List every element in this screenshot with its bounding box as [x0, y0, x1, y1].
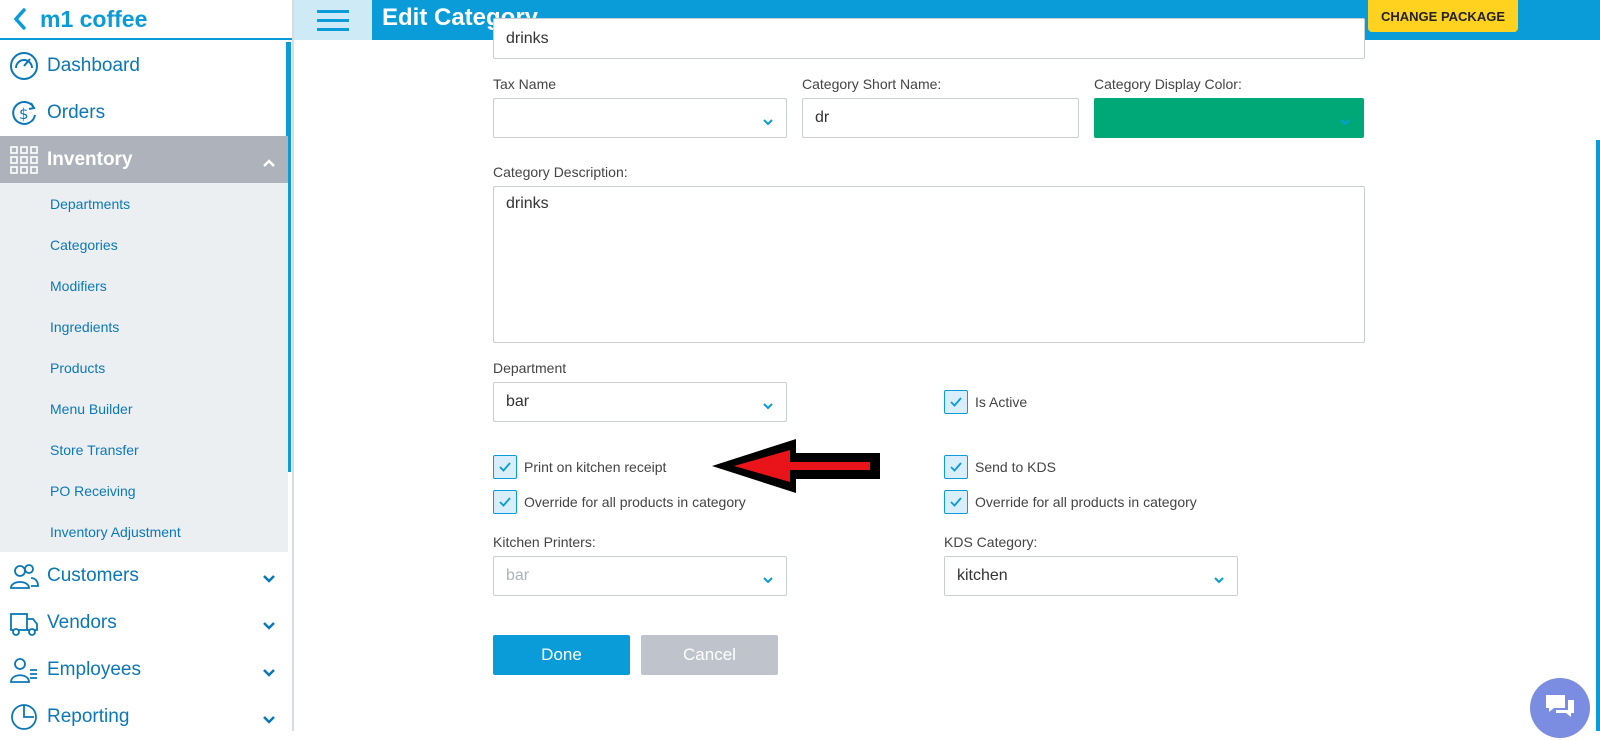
tax-name-label: Tax Name: [493, 76, 557, 92]
kitchen-printers-placeholder: bar: [506, 567, 530, 584]
submenu-item-inventory-adjustment[interactable]: Inventory Adjustment: [0, 511, 288, 552]
department-label: Department: [493, 360, 567, 376]
check-icon: [944, 490, 968, 514]
gauge-icon: [8, 50, 40, 82]
sidebar-item-customers[interactable]: Customers: [0, 552, 288, 599]
department-select[interactable]: bar: [493, 382, 787, 422]
sidebar-item-dashboard[interactable]: Dashboard: [0, 42, 288, 89]
back-icon[interactable]: [0, 8, 40, 30]
dollar-cycle-icon: $: [8, 97, 40, 129]
submenu-item-store-transfer[interactable]: Store Transfer: [0, 429, 288, 470]
kitchen-printers-select[interactable]: bar: [493, 556, 787, 596]
category-name-value: drinks: [506, 30, 549, 47]
sidebar-item-reporting[interactable]: Reporting: [0, 693, 288, 740]
reporting-icon: [8, 701, 40, 733]
sidebar-item-label: Reporting: [47, 705, 130, 727]
category-name-input[interactable]: drinks: [493, 18, 1365, 59]
cancel-button[interactable]: Cancel: [641, 635, 778, 675]
change-package-button[interactable]: CHANGE PACKAGE: [1368, 0, 1518, 32]
submenu-item-departments[interactable]: Departments: [0, 183, 288, 224]
submenu-item-products[interactable]: Products: [0, 347, 288, 388]
kds-category-value: kitchen: [957, 567, 1008, 584]
override-kds-label: Override for all products in category: [975, 494, 1197, 510]
is-active-checkbox[interactable]: Is Active: [944, 390, 1027, 414]
check-icon: [944, 390, 968, 414]
override-kds-checkbox[interactable]: Override for all products in category: [944, 490, 1197, 514]
sidebar-item-label: Customers: [47, 564, 139, 586]
department-value: bar: [506, 393, 530, 410]
short-name-label: Category Short Name:: [802, 76, 942, 92]
kds-category-label: KDS Category:: [944, 534, 1038, 550]
short-name-value: dr: [815, 109, 830, 126]
sidebar-item-label: Orders: [47, 101, 106, 123]
override-kitchen-label: Override for all products in category: [524, 494, 746, 510]
employee-icon: [8, 654, 40, 686]
sidebar-item-inventory[interactable]: Inventory: [0, 136, 288, 183]
sidebar-item-vendors[interactable]: Vendors: [0, 599, 288, 646]
chat-bubble-icon: [1543, 692, 1577, 725]
description-textarea[interactable]: drinks: [493, 186, 1365, 343]
chevron-down-icon: [762, 113, 774, 131]
sidebar-item-label: Employees: [47, 658, 141, 680]
annotation-arrow-icon: [712, 439, 880, 493]
sidebar-item-orders[interactable]: $ Orders: [0, 89, 288, 136]
truck-icon: [8, 607, 40, 639]
chevron-down-icon: [262, 709, 276, 731]
chat-button[interactable]: [1530, 678, 1590, 738]
check-icon: [493, 490, 517, 514]
chevron-down-icon: [1213, 571, 1225, 589]
display-color-picker[interactable]: [1094, 98, 1364, 138]
sidebar: m1 coffee Dashboard $ Orders Inventory D…: [0, 0, 294, 731]
sidebar-nav: Dashboard $ Orders Inventory Departments: [0, 42, 288, 740]
override-kitchen-checkbox[interactable]: Override for all products in category: [493, 490, 746, 514]
submenu-item-modifiers[interactable]: Modifiers: [0, 265, 288, 306]
chevron-down-icon: [762, 397, 774, 415]
sidebar-header: m1 coffee: [0, 0, 292, 40]
chevron-down-icon: [1339, 113, 1351, 131]
kitchen-printers-label: Kitchen Printers:: [493, 534, 596, 550]
sidebar-item-label: Inventory: [47, 148, 133, 170]
display-color-label: Category Display Color:: [1094, 76, 1242, 92]
done-button[interactable]: Done: [493, 635, 630, 675]
check-icon: [493, 455, 517, 479]
inventory-submenu: Departments Categories Modifiers Ingredi…: [0, 183, 288, 552]
chevron-up-icon: [262, 152, 276, 174]
svg-text:$: $: [19, 105, 29, 123]
sidebar-item-employees[interactable]: Employees: [0, 646, 288, 693]
store-name: m1 coffee: [40, 5, 148, 32]
hamburger-menu-icon[interactable]: [294, 0, 372, 40]
check-icon: [944, 455, 968, 479]
submenu-item-menu-builder[interactable]: Menu Builder: [0, 388, 288, 429]
is-active-label: Is Active: [975, 394, 1028, 410]
chevron-down-icon: [262, 568, 276, 590]
sidebar-item-label: Vendors: [47, 611, 117, 633]
description-value: drinks: [506, 195, 549, 212]
submenu-item-categories[interactable]: Categories: [0, 224, 288, 265]
submenu-item-po-receiving[interactable]: PO Receiving: [0, 470, 288, 511]
page-scrollbar[interactable]: [1596, 140, 1600, 731]
sidebar-item-label: Dashboard: [47, 54, 140, 76]
chevron-down-icon: [762, 571, 774, 589]
send-to-kds-checkbox[interactable]: Send to KDS: [944, 455, 1056, 479]
description-label: Category Description:: [493, 164, 628, 180]
short-name-input[interactable]: dr: [802, 98, 1079, 138]
users-icon: [8, 560, 40, 592]
kds-category-select[interactable]: kitchen: [944, 556, 1238, 596]
chevron-down-icon: [262, 615, 276, 637]
tax-name-select[interactable]: [493, 98, 787, 138]
send-to-kds-label: Send to KDS: [975, 459, 1056, 475]
chevron-down-icon: [262, 662, 276, 684]
print-kitchen-receipt-label: Print on kitchen receipt: [524, 459, 667, 475]
print-kitchen-receipt-checkbox[interactable]: Print on kitchen receipt: [493, 455, 666, 479]
grid-icon: [8, 144, 40, 176]
submenu-item-ingredients[interactable]: Ingredients: [0, 306, 288, 347]
